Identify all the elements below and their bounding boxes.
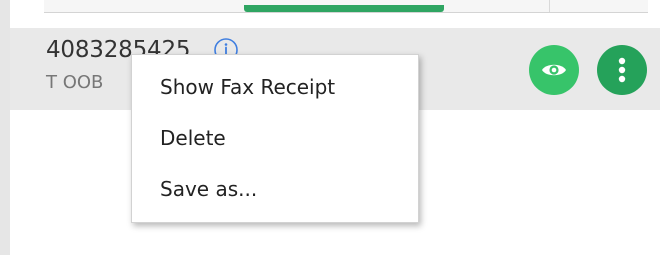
more-options-button[interactable]: [597, 45, 647, 95]
eye-icon: [542, 64, 566, 76]
active-tab-indicator: [244, 5, 444, 12]
fax-subtitle: T OOB: [46, 72, 104, 93]
top-tab-bar: [44, 0, 648, 13]
view-button[interactable]: [529, 45, 579, 95]
tab-divider: [549, 0, 550, 12]
left-panel-border: [0, 0, 10, 255]
vertical-ellipsis-icon: [618, 57, 626, 83]
menu-item-delete[interactable]: Delete: [160, 126, 226, 150]
menu-item-show-fax-receipt[interactable]: Show Fax Receipt: [160, 75, 335, 99]
context-menu: Show Fax Receipt Delete Save as...: [131, 54, 419, 223]
menu-item-save-as[interactable]: Save as...: [160, 177, 257, 201]
